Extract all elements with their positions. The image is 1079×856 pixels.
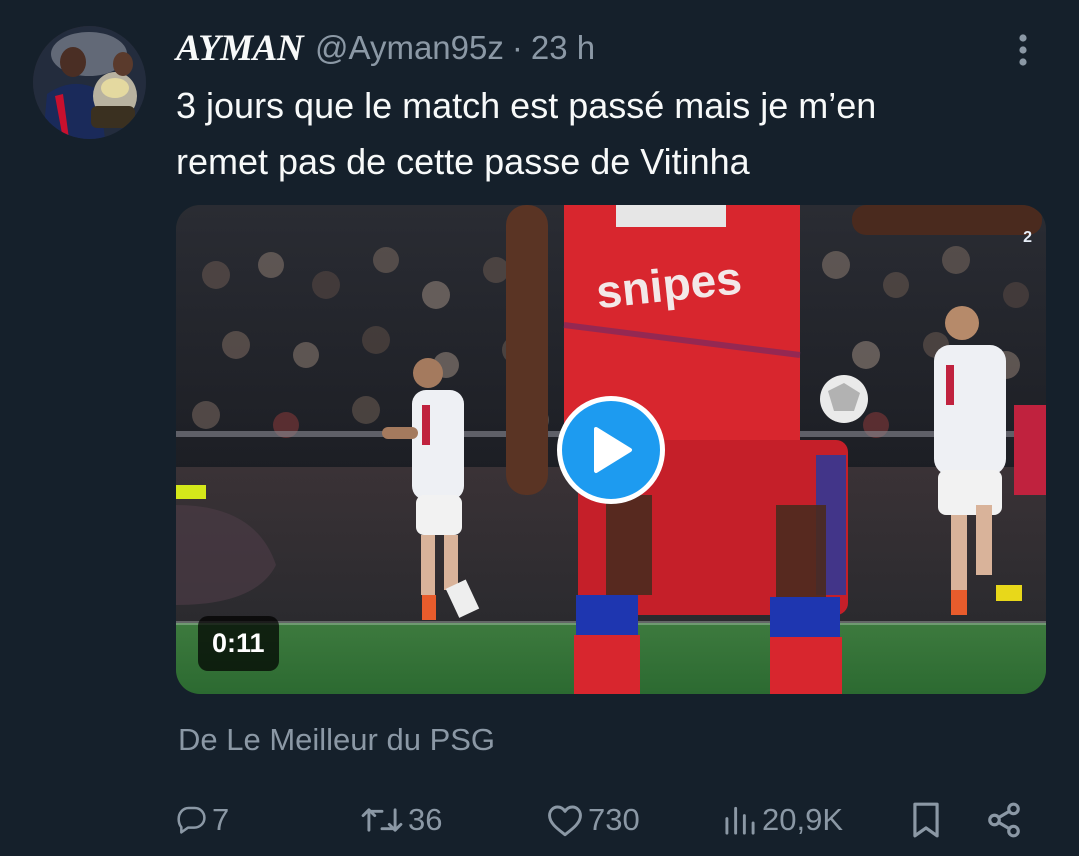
like-button[interactable]: 730 [546, 790, 640, 850]
bookmark-button[interactable] [910, 790, 942, 850]
tweet-text-line: 3 jours que le match est passé mais je m… [176, 85, 877, 126]
more-options-button[interactable] [1005, 30, 1041, 70]
avatar-image [33, 26, 146, 139]
separator-dot: · [511, 29, 523, 66]
tweet-header: AYMAN @Ayman95z · 23 h [176, 24, 595, 72]
author-display-name[interactable]: AYMAN [176, 27, 304, 70]
play-icon [594, 427, 632, 473]
heart-icon [548, 805, 582, 837]
views-icon [725, 806, 755, 835]
repost-icon [361, 808, 403, 832]
bookmark-icon [913, 802, 939, 838]
tweet-text: 3 jours que le match est passé mais je m… [176, 78, 1036, 190]
more-vertical-icon [1019, 34, 1027, 66]
channel-badge: 2 [1023, 229, 1032, 246]
repost-count: 36 [408, 802, 443, 837]
avatar[interactable] [33, 26, 146, 139]
like-count: 730 [588, 802, 640, 837]
timestamp[interactable]: 23 h [531, 29, 595, 67]
reply-icon [177, 806, 206, 834]
reply-count: 7 [212, 802, 230, 837]
video-duration: 0:11 [198, 616, 279, 671]
video-source-attribution[interactable]: De Le Meilleur du PSG [178, 722, 495, 758]
reply-button[interactable]: 7 [176, 790, 229, 850]
repost-button[interactable]: 36 [360, 790, 442, 850]
play-button[interactable] [557, 396, 665, 504]
views-button[interactable]: 20,9K [722, 790, 843, 850]
tweet-action-bar: 7 36 730 20,9K [0, 790, 1079, 850]
channel-logo: 2 [1023, 229, 1032, 247]
tweet-text-line: remet pas de cette passe de Vitinha [176, 141, 750, 182]
author-handle[interactable]: @Ayman95z [315, 29, 504, 67]
share-icon [988, 802, 1020, 838]
view-count: 20,9K [762, 802, 844, 837]
video-player[interactable]: snipes 2 0:11 [176, 205, 1046, 694]
share-button[interactable] [985, 790, 1023, 850]
